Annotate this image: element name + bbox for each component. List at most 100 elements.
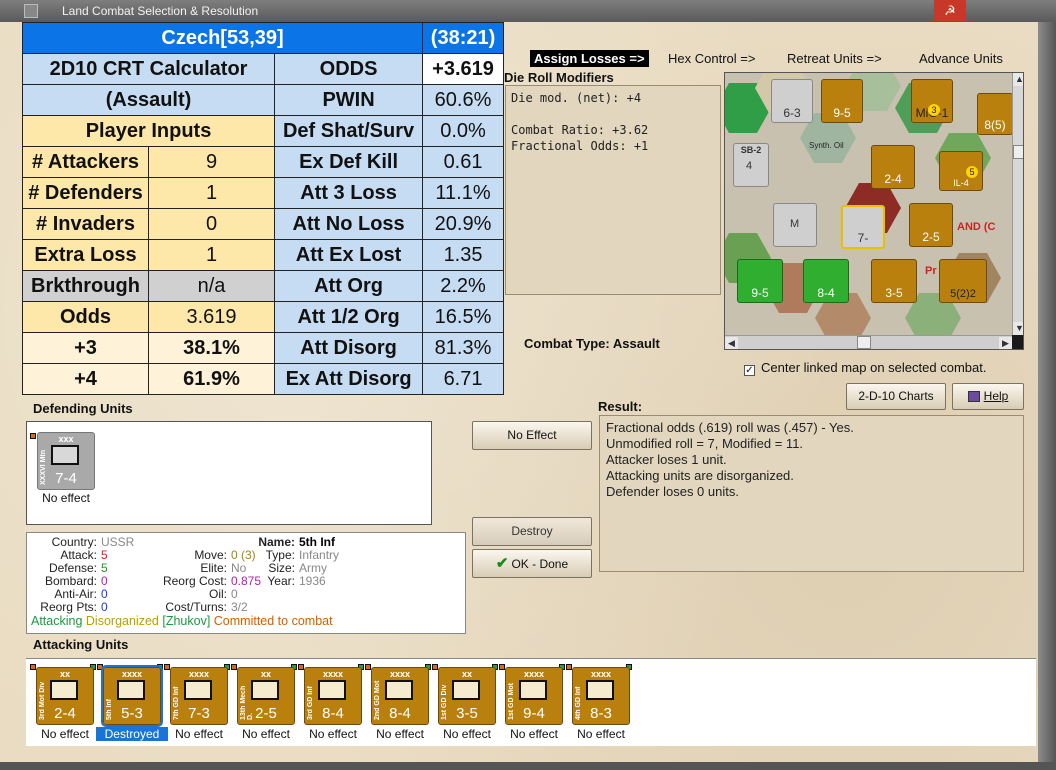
center-map-option[interactable]: ✓ Center linked map on selected combat. [744,360,986,376]
advance-units-tab[interactable]: Advance Units [919,50,1003,67]
map-counter[interactable]: 9-5 [737,259,783,303]
odds2-value: 3.619 [147,301,276,333]
unit-size: xxxx [523,669,545,679]
die-roll-title: Die Roll Modifiers [504,70,614,85]
pwin-value: 60.6% [422,84,504,116]
map-counter[interactable]: 2-5 [909,203,953,247]
map-counter[interactable]: SB-2 4 [733,143,769,187]
unit-marker [30,433,36,439]
map-vertical-scrollbar[interactable]: ▲ ▼ [1012,73,1023,335]
hex-control-tab[interactable]: Hex Control => [668,50,755,67]
map-city-label: Pr [925,265,937,277]
help-button[interactable]: Help [952,383,1024,410]
defending-units-list: xxx XXXVI Mtn 7-4 No effect [26,421,432,525]
unit-type-icon [50,680,78,700]
attacking-unit-counter[interactable]: xx 13th Mech D. 2-5 [237,667,295,725]
scroll-up-icon[interactable]: ▲ [1013,73,1023,86]
ex-def-kill-value: 0.61 [422,146,504,178]
map-counter[interactable]: 8(5) [977,93,1013,135]
ex-def-kill-label: Ex Def Kill [274,146,424,178]
scroll-right-icon[interactable]: ▶ [999,337,1012,349]
calc-subtitle: (Assault) [21,84,276,116]
att-no-loss-value: 20.9% [422,208,504,240]
result-line: Attacking units are disorganized. [606,468,794,483]
center-map-checkbox[interactable]: ✓ [744,365,755,376]
unit-size: xxxx [188,669,210,679]
attacking-unit-counter[interactable]: xxxx 1st GD Mot 9-4 [505,667,563,725]
destroy-button[interactable]: Destroy [472,517,592,546]
calc-ratio: (38:21) [422,22,504,54]
selected-combat-counter[interactable]: 7- [841,205,885,249]
no-effect-button[interactable]: No Effect [472,421,592,450]
ok-done-button[interactable]: ✔ OK - Done [472,549,592,578]
retreat-units-tab[interactable]: Retreat Units => [787,50,882,67]
defending-unit-counter[interactable]: xxx XXXVI Mtn 7-4 [37,432,95,490]
att-ex-lost-label: Att Ex Lost [274,239,424,271]
die-roll-line: Die mod. (net): +4 [511,91,642,105]
scroll-left-icon[interactable]: ◀ [725,337,738,349]
unit-type-icon [184,680,212,700]
attacking-unit-counter[interactable]: xxxx 4th GD Inf 8-3 [572,667,630,725]
scroll-thumb-h[interactable] [857,336,871,349]
mountain-infantry-icon [51,445,79,465]
cost-turns-label: Cost/Turns: [165,600,227,614]
attacking-unit-counter[interactable]: xx 3rd Mot Div 2-4 [36,667,94,725]
attacking-unit-status: No effect [309,727,357,741]
status-attacking: Attacking [31,614,83,628]
scroll-thumb-v[interactable] [1013,145,1023,159]
att-half-org-value: 16.5% [422,301,504,333]
window-frame-right [1038,22,1056,770]
map-counter[interactable]: 5(2)2 [939,259,987,303]
map-view[interactable]: 6-3 9-5 MiG-13 8(5) SB-24 Synth. Oil 2-4… [725,73,1013,343]
charts-button[interactable]: 2-D-10 Charts [846,383,946,410]
att-disorg-value: 81.3% [422,332,504,364]
crt-calculator: Czech[53,39] (38:21) 2D10 CRT Calculator… [21,22,504,395]
map-counter[interactable]: 2-4 [871,145,915,189]
att-ex-lost-value: 1.35 [422,239,504,271]
unit-size: xxxx [322,669,344,679]
map-counter[interactable]: M [773,203,817,247]
result-line: Fractional odds (.619) roll was (.457) -… [606,420,854,435]
extra-loss-label: Extra Loss [22,239,149,271]
unit-type-icon [318,680,346,700]
result-title: Result: [598,399,643,414]
die-roll-box: Die mod. (net): +4 Combat Ratio: +3.62 F… [505,85,721,295]
map-counter[interactable]: 8-4 [803,259,849,303]
plus4-label: +4 [22,363,149,395]
map-counter[interactable]: 9-5 [821,79,863,123]
unit-strength: 7-3 [188,705,210,722]
att3-value: 11.1% [422,177,504,209]
die-roll-line [511,106,715,122]
odds-label: ODDS [274,53,424,85]
map-counter[interactable]: 3-5 [871,259,917,303]
combat-type: Combat Type: Assault [524,336,660,351]
ex-att-disorg-value: 6.71 [422,363,504,395]
unit-strength: 7-4 [55,470,77,487]
attacking-title: Attacking Units [33,637,129,652]
unit-status-line: Attacking Disorganized [Zhukov] Committe… [31,615,333,628]
map-counter[interactable]: IL-4 5 [939,151,983,191]
attacking-unit-counter[interactable]: xxxx 3rd GD Inf 8-4 [304,667,362,725]
ok-done-label: OK - Done [511,557,569,571]
att-org-value: 2.2% [422,270,504,302]
attacking-unit-status: No effect [443,727,491,741]
attackers-label: # Attackers [22,146,149,178]
attacking-unit-counter[interactable]: xx 1st GD Div 3-5 [438,667,496,725]
att-half-org-label: Att 1/2 Org [274,301,424,333]
assign-losses-tab[interactable]: Assign Losses => [530,50,649,67]
attacking-unit-counter[interactable]: xxxx 5th Inf 5-3 [101,665,163,727]
result-line: Attacker loses 1 unit. [606,452,727,467]
map-counter[interactable]: 6-3 [771,79,813,123]
result-line: Defender loses 0 units. [606,484,739,499]
close-button[interactable]: ☭ [934,0,966,21]
attacking-unit-counter[interactable]: xxxx 2nd GD Mot 8-4 [371,667,429,725]
plus3-value: 38.1% [147,332,276,364]
attacking-unit-counter[interactable]: xxxx 7th GD Inf 7-3 [170,667,228,725]
unit-info-panel: Country: USSR Attack: 5 Defense: 5 Bomba… [26,532,466,634]
att-no-loss-label: Att No Loss [274,208,424,240]
scroll-down-icon[interactable]: ▼ [1013,322,1023,335]
map-counter[interactable]: MiG-13 [911,79,953,123]
linked-map[interactable]: 6-3 9-5 MiG-13 8(5) SB-24 Synth. Oil 2-4… [724,72,1024,350]
unit-type-icon [519,680,547,700]
defending-title: Defending Units [33,401,133,416]
